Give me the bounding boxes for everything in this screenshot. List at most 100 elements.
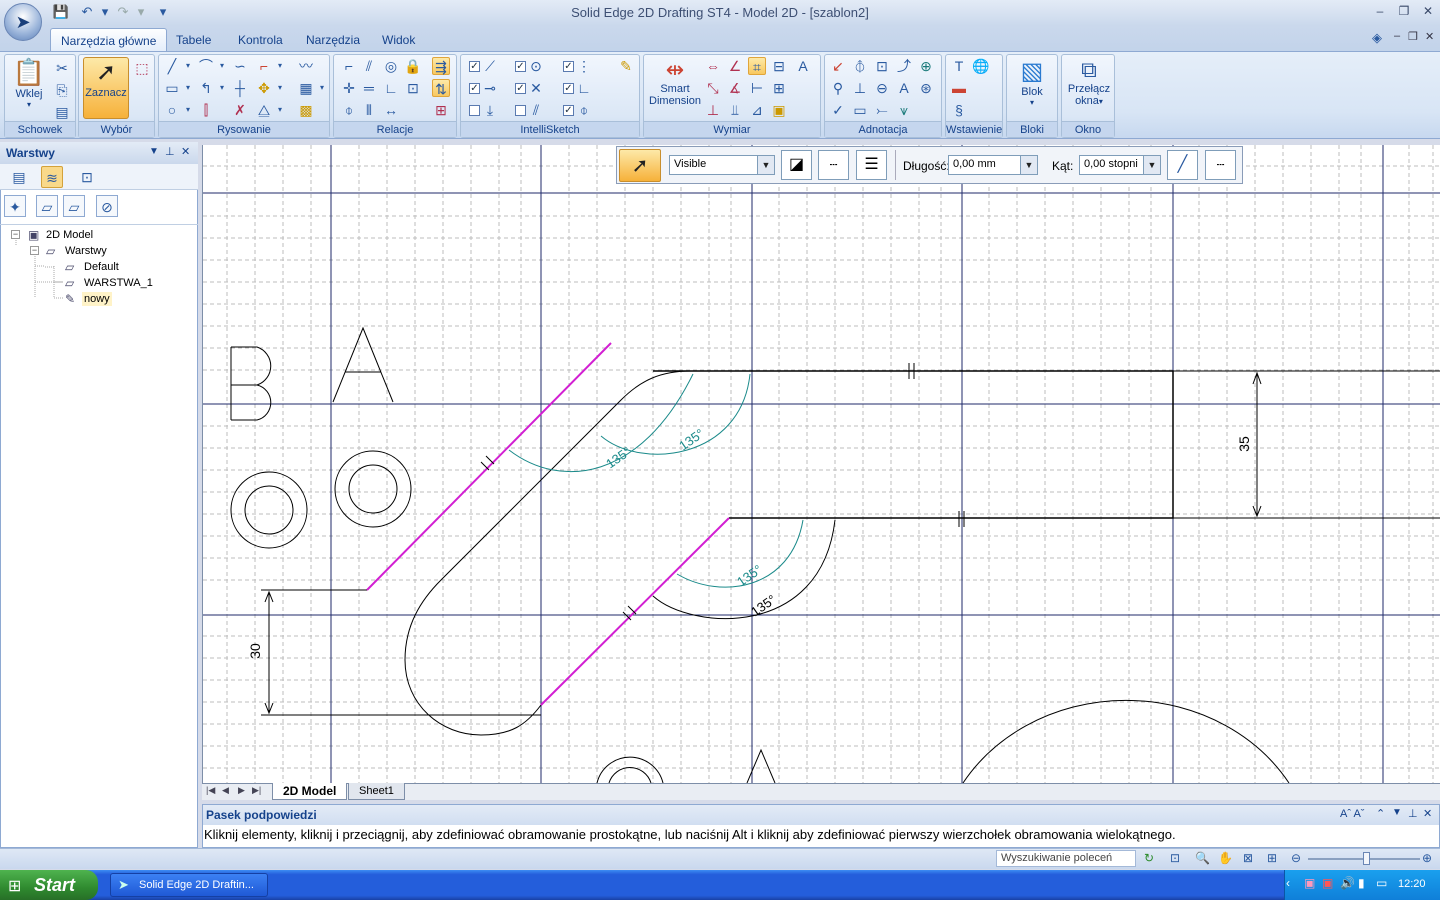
help-icon[interactable]: ◈ — [1372, 30, 1382, 46]
cut-icon[interactable]: ✂ — [53, 59, 71, 77]
image-icon[interactable]: ▬ — [950, 79, 968, 97]
network-icon[interactable]: ▮ — [1358, 876, 1365, 890]
tray-expand-icon[interactable]: ‹ — [1286, 876, 1290, 890]
angle-between-icon[interactable]: ∠ — [726, 57, 744, 75]
relation-handles-icon[interactable]: ⇅ — [432, 79, 450, 97]
refresh-icon[interactable]: ↻ — [1144, 851, 1154, 865]
command-search-input[interactable]: Wyszukiwanie poleceń — [996, 850, 1136, 867]
curve-icon[interactable]: ∽ — [231, 57, 249, 75]
pan-icon[interactable]: ✋ — [1218, 851, 1233, 865]
display-icon[interactable]: ▭ — [1376, 876, 1387, 890]
projection-line-button[interactable]: ┄ — [1205, 150, 1236, 180]
copy-icon[interactable]: ⎘ — [53, 81, 71, 99]
doc-minimize-button[interactable]: – — [1394, 30, 1400, 42]
copy-to-layer-icon[interactable]: ▱ — [63, 195, 85, 217]
connect-icon[interactable]: ⌐ — [340, 57, 358, 75]
drawing-svg[interactable] — [203, 145, 1440, 783]
intellisketch-options-icon[interactable]: ✎ — [617, 57, 635, 75]
copy-attributes-icon[interactable]: ▣ — [770, 101, 788, 119]
close-button[interactable]: ✕ — [1418, 4, 1438, 20]
centerline-icon[interactable]: ⤚ — [873, 101, 891, 119]
sheet-tab-sheet1[interactable]: Sheet1 — [348, 783, 405, 800]
concentric-icon[interactable]: ◎ — [382, 57, 400, 75]
hyperlink-icon[interactable]: 🌐 — [972, 57, 990, 75]
doc-close-button[interactable]: ✕ — [1425, 30, 1434, 43]
taskbar-item-solidedge[interactable]: Solid Edge 2D Draftin... — [110, 873, 268, 897]
coordinate-dimension-icon[interactable]: ⌗ — [748, 57, 766, 75]
collinear-icon[interactable]: ↔ — [382, 101, 400, 119]
snap-intersection-checkbox[interactable]: ✓ — [515, 83, 526, 94]
maintain-relations-icon[interactable]: ⇶ — [432, 57, 450, 75]
angle-dropdown-icon[interactable]: ▼ — [1143, 156, 1160, 174]
pattern-dropdown-icon[interactable]: ▾ — [313, 79, 331, 97]
delete-segment-icon[interactable]: ✗ — [231, 101, 249, 119]
linetype-dropdown-icon[interactable]: ▼ — [757, 156, 774, 174]
parallel-icon[interactable]: ⫽ — [360, 57, 378, 75]
rect-dropdown-icon[interactable]: ▾ — [179, 79, 197, 97]
ordinate-icon[interactable]: ⊢ — [748, 79, 766, 97]
doc-restore-button[interactable]: ❐ — [1408, 30, 1418, 43]
rigid-set-icon[interactable]: ⊡ — [404, 79, 422, 97]
symmetric-diameter-icon[interactable]: ⊟ — [770, 57, 788, 75]
last-sheet-icon[interactable]: ▶| — [252, 785, 261, 796]
tab-inspect[interactable]: Kontrola — [228, 28, 293, 52]
switch-window-button[interactable]: ⧉ Przełącz okna▾ — [1064, 57, 1114, 119]
circle-dropdown-icon[interactable]: ▾ — [179, 101, 197, 119]
retrieve-dimension-icon[interactable]: ⊿ — [748, 101, 766, 119]
weld-icon[interactable]: ✓ — [829, 101, 847, 119]
edge-condition-icon[interactable]: ⤴ — [895, 57, 913, 75]
tab-tools[interactable]: Narzędzia — [296, 28, 370, 52]
leader-icon[interactable]: ↙ — [829, 57, 847, 75]
line-style-button[interactable]: ┄ — [818, 150, 849, 180]
snap-perpendicular-checkbox[interactable]: ✓ — [563, 83, 574, 94]
snap-tangent-checkbox[interactable]: ✓ — [563, 105, 574, 116]
fill-icon[interactable]: ▩ — [297, 101, 315, 119]
first-sheet-icon[interactable]: |◀ — [206, 785, 215, 796]
fillet-dropdown-icon[interactable]: ▾ — [271, 57, 289, 75]
minimize-button[interactable]: – — [1370, 4, 1390, 20]
fit-icon[interactable]: ⊠ — [1243, 851, 1253, 865]
format-painter-icon[interactable]: ▤ — [53, 103, 71, 121]
relation-colors-icon[interactable]: ⊞ — [432, 101, 450, 119]
text-icon[interactable]: T — [950, 57, 968, 75]
prompt-close-icon[interactable]: ✕ — [1423, 807, 1432, 820]
bolt-hole-circle-icon[interactable]: ⊛ — [917, 79, 935, 97]
tab-home[interactable]: Narzędzia główne — [50, 28, 168, 52]
panel-menu-icon[interactable]: ▼ — [149, 146, 159, 157]
snap-vertical-checkbox[interactable]: ✓ — [563, 61, 574, 72]
arc-dropdown-icon[interactable]: ▾ — [213, 57, 231, 75]
chamfer-dimension-icon[interactable]: ⤡ — [704, 79, 722, 97]
smart-dimension-button[interactable]: ⇹ Smart Dimension — [648, 57, 702, 119]
snap-center-checkbox[interactable]: ✓ — [515, 61, 526, 72]
select-arrow-button[interactable]: ➚ — [619, 149, 661, 182]
weld-symbol-icon[interactable]: ⊖ — [873, 79, 891, 97]
tangent-icon[interactable]: ⌽ — [340, 101, 358, 119]
panel-close-icon[interactable]: ✕ — [181, 145, 190, 158]
extend-icon[interactable]: ┼ — [231, 79, 249, 97]
move-dropdown-icon[interactable]: ▾ — [271, 79, 289, 97]
new-layer-icon[interactable]: ✦ — [4, 195, 26, 217]
datum-target-icon[interactable]: ▭ — [851, 101, 869, 119]
zoom-area-icon[interactable]: ⊡ — [1170, 851, 1180, 865]
trim-dropdown-icon[interactable]: ▾ — [213, 79, 231, 97]
feature-control-icon[interactable]: A — [895, 79, 913, 97]
dimension-text-30[interactable]: 30 — [247, 643, 263, 659]
volume-icon[interactable]: 🔊 — [1340, 876, 1355, 890]
zoom-in-icon[interactable]: ⊕ — [1422, 851, 1432, 865]
line-dropdown-icon[interactable]: ▾ — [179, 57, 197, 75]
paste-button[interactable]: 📋 Wklej ▾ — [9, 57, 49, 119]
prev-sheet-icon[interactable]: ◀ — [222, 785, 229, 796]
zoom-icon[interactable]: 🔍 — [1195, 851, 1210, 865]
center-lines-icon[interactable]: ⩛ — [895, 101, 913, 119]
sheet-view-icon[interactable]: ⊞ — [1267, 851, 1277, 865]
distance-between-icon[interactable]: ⇔ — [704, 57, 722, 75]
expand-icon[interactable]: ⌃ — [1376, 807, 1385, 820]
line-width-button[interactable]: ☰ — [856, 150, 887, 180]
maximize-button[interactable]: ❐ — [1394, 4, 1414, 20]
datum-frame-icon[interactable]: ⊥ — [851, 79, 869, 97]
center-mark-icon[interactable]: ⊕ — [917, 57, 935, 75]
tray-app-icon-2[interactable]: ▣ — [1322, 876, 1333, 890]
angular-coordinate-icon[interactable]: ∡ — [726, 79, 744, 97]
font-size-icon[interactable]: Aˆ Aˇ — [1340, 808, 1364, 820]
select-tool-button[interactable]: ➚ Zaznacz — [83, 57, 129, 119]
